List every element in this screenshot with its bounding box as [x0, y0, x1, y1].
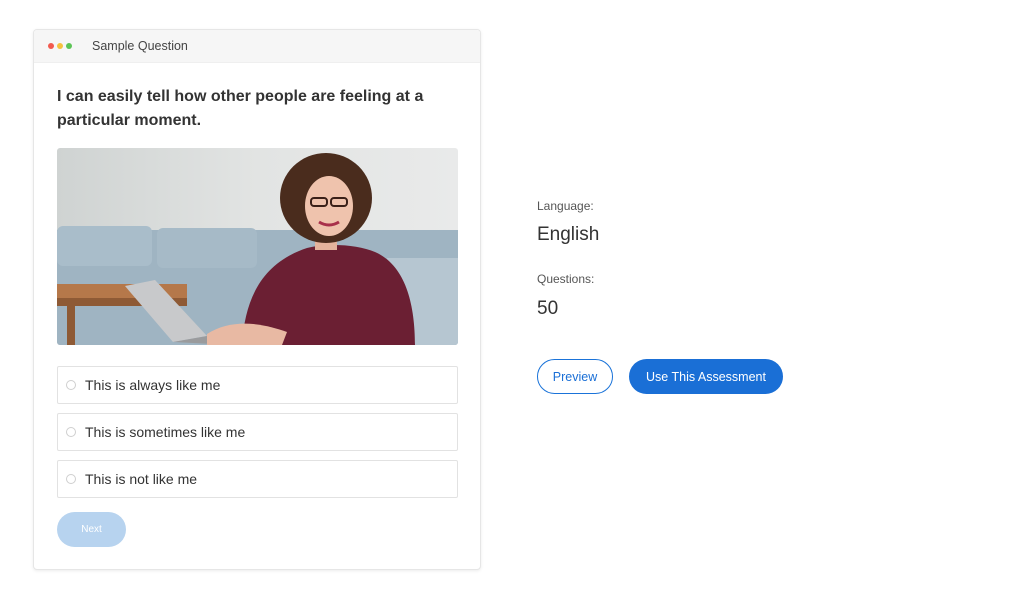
- answer-option-not[interactable]: This is not like me: [57, 460, 458, 498]
- question-text: I can easily tell how other people are f…: [57, 88, 424, 129]
- radio-circle-icon[interactable]: [66, 474, 76, 484]
- question-photo: [57, 148, 458, 345]
- card-titlebar: Sample Question: [34, 30, 480, 63]
- option-label: This is not like me: [85, 471, 198, 487]
- language-label: Language:: [537, 199, 594, 213]
- yellow-dot-icon: [57, 43, 63, 49]
- card-title: Sample Question: [92, 39, 188, 53]
- red-dot-icon: [48, 43, 54, 49]
- language-value: English: [537, 224, 600, 245]
- questions-value: 50: [537, 298, 559, 319]
- woman-at-laptop-photo-icon: [57, 148, 458, 345]
- green-dot-icon: [66, 43, 72, 49]
- option-label: This is sometimes like me: [85, 424, 246, 440]
- use-assessment-button[interactable]: Use This Assessment: [629, 359, 783, 394]
- answer-option-sometimes[interactable]: This is sometimes like me: [57, 413, 458, 451]
- radio-circle-icon[interactable]: [66, 380, 76, 390]
- preview-button[interactable]: Preview: [537, 359, 613, 394]
- questions-label: Questions:: [537, 272, 595, 286]
- next-button[interactable]: Next: [57, 512, 126, 547]
- answer-option-always[interactable]: This is always like me: [57, 366, 458, 404]
- radio-circle-icon[interactable]: [66, 427, 76, 437]
- sample-question-card: Sample Question I can easily tell how ot…: [33, 29, 481, 570]
- option-label: This is always like me: [85, 377, 221, 393]
